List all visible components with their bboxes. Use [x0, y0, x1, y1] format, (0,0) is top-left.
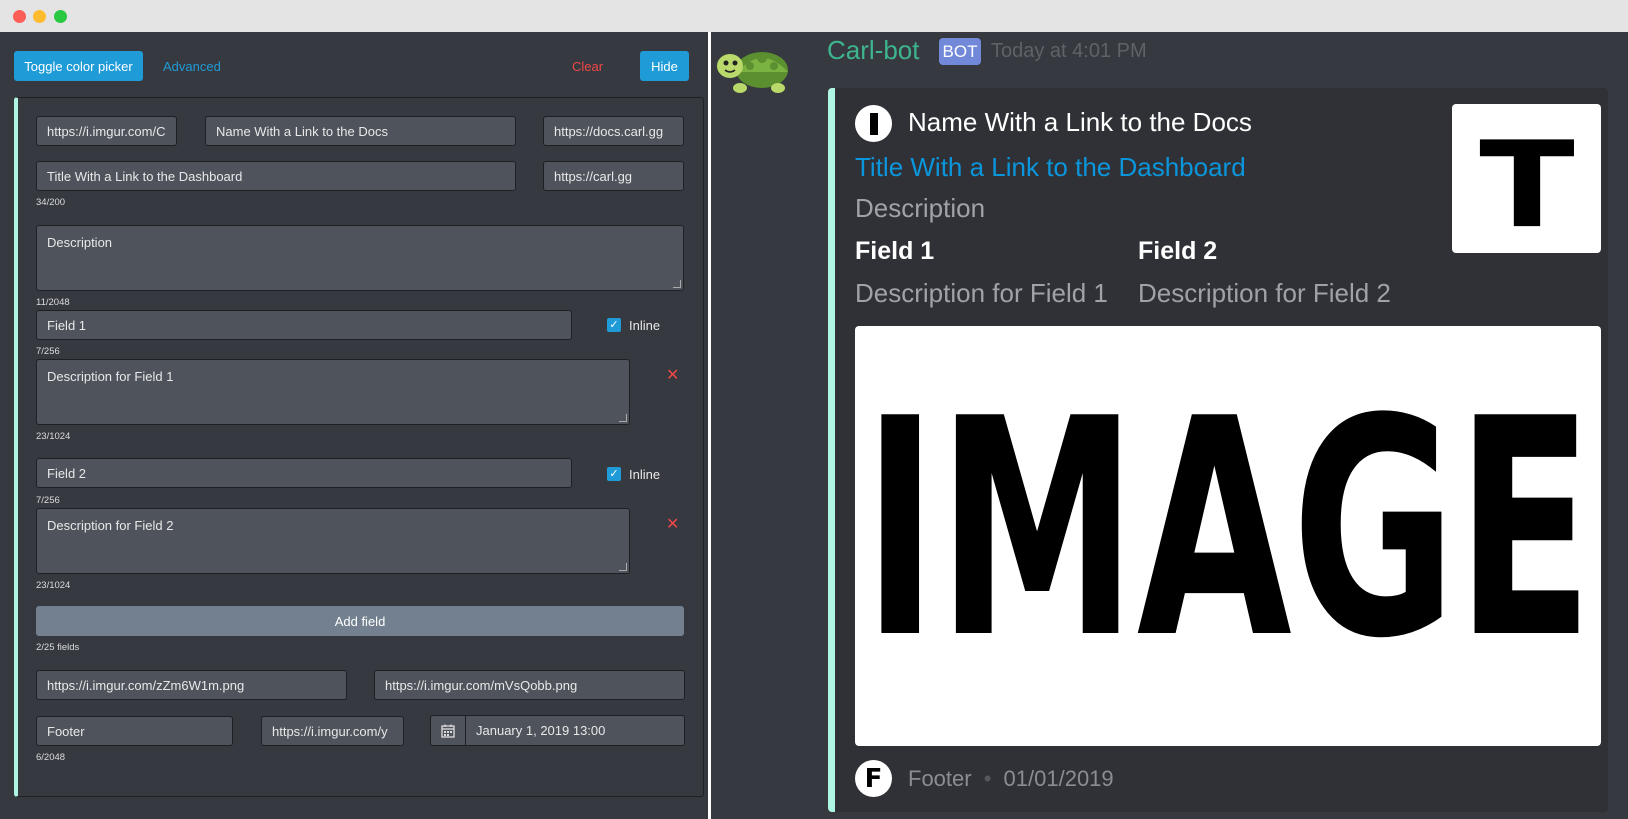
resize-handle[interactable] — [619, 563, 627, 571]
field-name-input[interactable]: Field 2 — [36, 458, 572, 488]
author-url-input[interactable]: https://docs.carl.gg — [543, 116, 684, 146]
embed-field-name: Field 2 — [1138, 237, 1218, 265]
bot-username[interactable]: Carl-bot — [827, 35, 919, 66]
embed-field-value: Description for Field 2 — [1138, 278, 1391, 308]
remove-field-button[interactable]: ✕ — [666, 365, 679, 385]
embed-footer: Footer • 01/01/2019 — [908, 766, 1114, 792]
turtle-avatar-icon — [716, 40, 794, 98]
author-name-input[interactable]: Name With a Link to the Docs — [205, 116, 516, 146]
calendar-icon[interactable] — [430, 715, 465, 746]
toggle-color-picker-button[interactable]: Toggle color picker — [14, 51, 143, 81]
bot-badge: BOT — [939, 38, 981, 65]
description-textarea[interactable]: Description — [36, 225, 684, 291]
author-icon — [855, 105, 892, 142]
description-text: Description — [47, 235, 113, 250]
field-name-char-count: 7/256 — [36, 346, 60, 357]
embed-title-link[interactable]: Title With a Link to the Dashboard — [855, 152, 1246, 183]
embed-thumbnail: T — [1452, 104, 1601, 253]
hide-button[interactable]: Hide — [640, 51, 689, 81]
add-field-button[interactable]: Add field — [36, 606, 684, 636]
thumbnail-url-input[interactable]: https://i.imgur.com/mVsQobb.png — [374, 670, 685, 700]
minimize-window-button[interactable] — [33, 10, 46, 23]
embed-author-name[interactable]: Name With a Link to the Docs — [908, 107, 1252, 138]
description-char-count: 11/2048 — [36, 297, 70, 308]
title-url-input[interactable]: https://carl.gg — [543, 161, 684, 191]
embed-description: Description — [855, 193, 986, 223]
svg-text:T: T — [1479, 119, 1574, 239]
resize-handle[interactable] — [673, 280, 681, 288]
svg-text:IMAGE: IMAGE — [863, 355, 1593, 704]
embed-field-name: Field 1 — [855, 237, 935, 265]
author-icon-url-input[interactable]: https://i.imgur.com/C — [36, 116, 177, 146]
embed-image: IMAGE — [855, 326, 1601, 746]
clear-button[interactable]: Clear — [572, 59, 603, 74]
inline-checkbox[interactable]: ✓ — [607, 467, 621, 481]
field-value-textarea[interactable]: Description for Field 2 — [36, 508, 630, 574]
thumbnail-image: T — [1479, 119, 1574, 239]
inline-label: Inline — [629, 318, 661, 333]
field-value-char-count: 23/1024 — [36, 431, 71, 442]
footer-separator: • — [983, 766, 992, 791]
embed-field-value: Description for Field 1 — [855, 278, 1108, 308]
embed-image-graphic: IMAGE — [863, 355, 1593, 704]
field-value-char-count: 23/1024 — [36, 580, 71, 591]
footer-date: 01/01/2019 — [1003, 766, 1114, 791]
inline-checkbox[interactable]: ✓ — [607, 318, 621, 332]
title-input[interactable]: Title With a Link to the Dashboard — [36, 161, 516, 191]
field-value-text: Description for Field 2 — [47, 518, 174, 533]
timestamp-input[interactable]: January 1, 2019 13:00 — [465, 715, 685, 746]
remove-field-button[interactable]: ✕ — [666, 514, 679, 534]
footer-text: Footer — [908, 766, 972, 791]
field-value-text: Description for Field 1 — [47, 369, 174, 384]
fields-count: 2/25 fields — [36, 642, 80, 653]
message-timestamp: Today at 4:01 PM — [991, 40, 1147, 62]
advanced-link[interactable]: Advanced — [163, 59, 221, 74]
maximize-window-button[interactable] — [54, 10, 67, 23]
footer-icon: F — [855, 760, 892, 797]
window-titlebar — [0, 0, 1628, 32]
field-name-char-count: 7/256 — [36, 495, 60, 506]
field-name-input[interactable]: Field 1 — [36, 310, 572, 340]
footer-icon-url-input[interactable]: https://i.imgur.com/y — [261, 716, 404, 746]
title-char-count: 34/200 — [36, 197, 66, 208]
inline-label: Inline — [629, 467, 661, 482]
field-value-textarea[interactable]: Description for Field 1 — [36, 359, 630, 425]
close-window-button[interactable] — [13, 10, 26, 23]
image-url-input[interactable]: https://i.imgur.com/zZm6W1m.png — [36, 670, 347, 700]
resize-handle[interactable] — [619, 414, 627, 422]
footer-char-count: 6/2048 — [36, 752, 66, 763]
footer-text-input[interactable]: Footer — [36, 716, 233, 746]
